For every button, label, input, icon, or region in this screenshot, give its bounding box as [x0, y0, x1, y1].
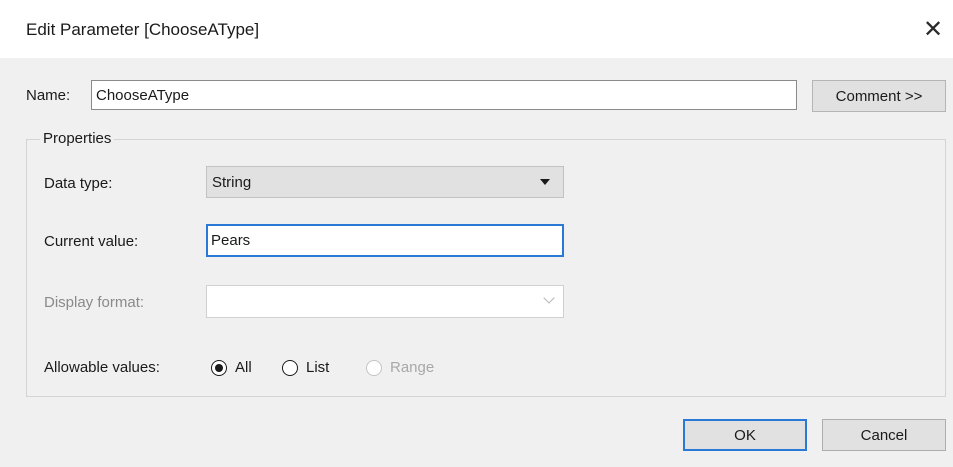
radio-range-label: Range [390, 359, 435, 376]
radio-all-label: All [235, 359, 252, 376]
ok-button[interactable]: OK [683, 419, 807, 451]
name-input[interactable] [91, 80, 797, 110]
dialog-title: Edit Parameter [ChooseAType] [26, 20, 260, 39]
chevron-down-icon [543, 292, 555, 304]
properties-legend: Properties [40, 130, 115, 147]
display-format-label: Display format: [44, 294, 145, 311]
title-bar: Edit Parameter [ChooseAType] ✕ [0, 0, 953, 58]
cancel-button[interactable]: Cancel [822, 419, 946, 451]
current-value-input[interactable] [206, 224, 564, 257]
edit-parameter-dialog: Edit Parameter [ChooseAType] ✕ Name: Com… [0, 0, 953, 467]
radio-list[interactable]: List [282, 359, 329, 376]
radio-button-disabled-icon [366, 359, 382, 376]
name-label: Name: [26, 87, 71, 104]
data-type-label: Data type: [44, 175, 113, 192]
radio-list-label: List [306, 359, 330, 376]
radio-all[interactable]: All [211, 359, 252, 376]
data-type-value: String [212, 173, 252, 191]
display-format-combo [206, 285, 564, 318]
allowable-values-label: Allowable values: [44, 359, 160, 376]
data-type-select[interactable]: String [206, 166, 564, 198]
comment-button[interactable]: Comment >> [812, 80, 946, 112]
radio-button-checked-icon[interactable] [211, 359, 227, 376]
dropdown-arrow-icon [540, 179, 550, 185]
current-value-label: Current value: [44, 233, 139, 250]
radio-range: Range [366, 359, 434, 376]
radio-button-icon[interactable] [282, 359, 298, 376]
close-icon[interactable]: ✕ [918, 14, 948, 44]
